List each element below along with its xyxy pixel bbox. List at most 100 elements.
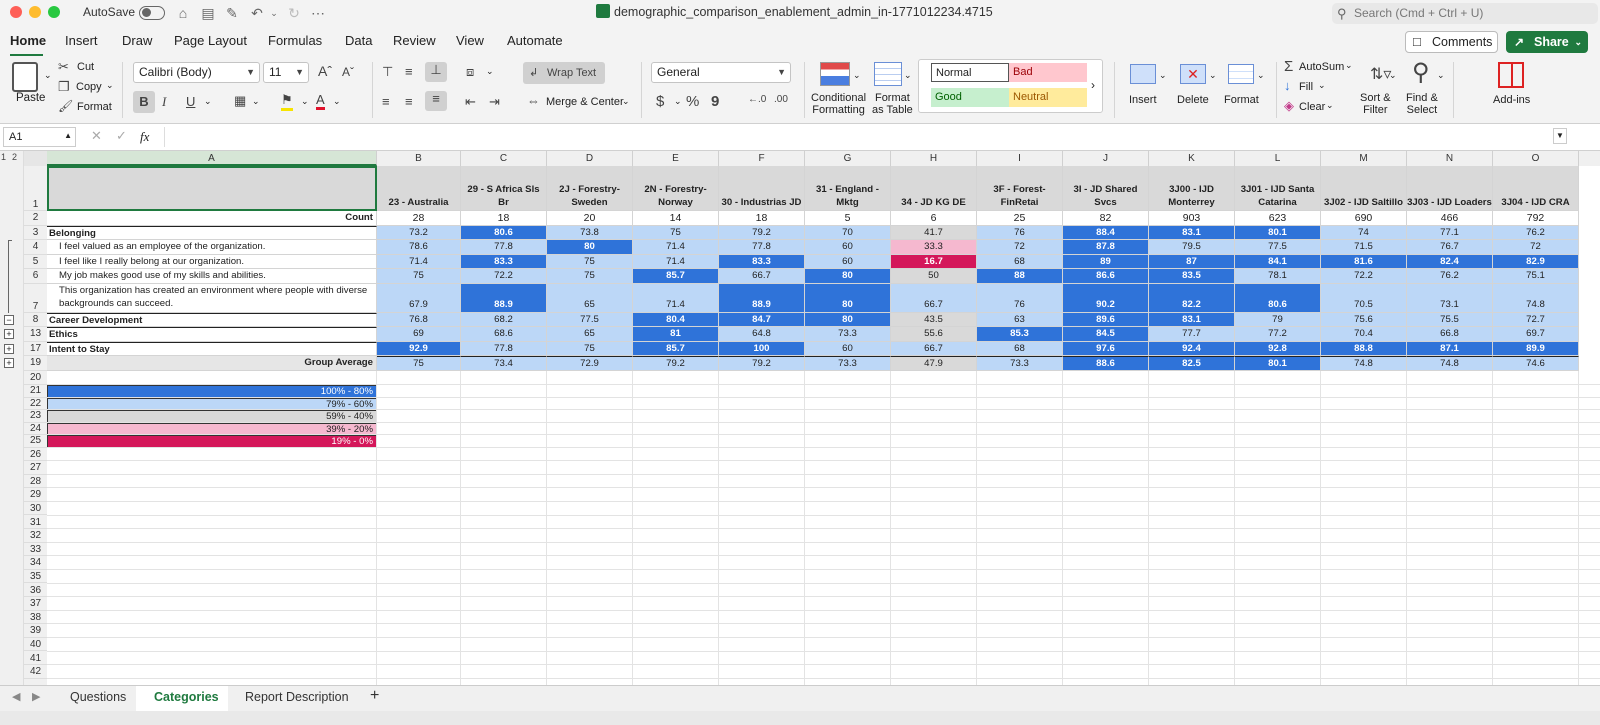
row-header-31[interactable]: 31: [24, 516, 47, 530]
data-cell[interactable]: 18: [719, 211, 805, 226]
legend-cell[interactable]: 59% - 40%: [47, 410, 377, 423]
data-cell[interactable]: 72.2: [461, 269, 547, 284]
confirm-formula-icon[interactable]: ✓: [116, 128, 127, 144]
insert-button[interactable]: Insert: [1129, 94, 1157, 106]
column-title-e[interactable]: 2N - Forestry-Norway: [633, 166, 719, 211]
outline-level-2-button[interactable]: 2: [12, 152, 17, 162]
data-cell[interactable]: 623: [1235, 211, 1321, 226]
format-painter-button[interactable]: Format: [77, 101, 112, 113]
column-header-i[interactable]: I: [977, 151, 1063, 166]
legend-cell[interactable]: 79% - 60%: [47, 397, 377, 410]
data-cell[interactable]: 74.8: [1493, 283, 1579, 313]
add-ins-icon[interactable]: [1498, 62, 1524, 88]
data-cell[interactable]: 88.6: [1063, 356, 1149, 371]
data-cell[interactable]: 75.6: [1321, 312, 1407, 327]
row-header-21[interactable]: 21: [24, 385, 47, 398]
row-header-42[interactable]: 42: [24, 665, 47, 679]
data-cell[interactable]: 77.5: [547, 312, 633, 327]
row-label[interactable]: This organization has created an environ…: [47, 283, 377, 313]
insert-cells-icon[interactable]: [1130, 64, 1156, 84]
decrease-font-icon[interactable]: Aˇ: [342, 65, 354, 79]
find-select-button[interactable]: Find & Select: [1406, 92, 1438, 116]
data-cell[interactable]: 100: [719, 341, 805, 356]
data-cell[interactable]: 81: [633, 327, 719, 342]
data-cell[interactable]: 97.6: [1063, 341, 1149, 356]
column-title-g[interactable]: 31 - England - Mktg: [805, 166, 891, 211]
data-cell[interactable]: 92.4: [1149, 341, 1235, 356]
formula-input[interactable]: [164, 127, 1550, 147]
clear-chevron-icon[interactable]: ⌄: [1326, 100, 1334, 111]
row-header-40[interactable]: 40: [24, 638, 47, 652]
style-neutral[interactable]: Neutral: [1009, 88, 1087, 107]
clear-icon[interactable]: ◈: [1284, 98, 1294, 114]
share-button[interactable]: ↗ Share ⌄: [1506, 31, 1588, 53]
data-cell[interactable]: 84.7: [719, 312, 805, 327]
row-header-32[interactable]: 32: [24, 529, 47, 543]
row-header-35[interactable]: 35: [24, 570, 47, 584]
data-cell[interactable]: 83.3: [461, 254, 547, 269]
data-cell[interactable]: 90.2: [1063, 283, 1149, 313]
column-title-k[interactable]: 3J00 - IJD Monterrey: [1149, 166, 1235, 211]
data-cell[interactable]: 75.5: [1407, 312, 1493, 327]
column-header-l[interactable]: L: [1235, 151, 1321, 166]
data-cell[interactable]: 65: [547, 327, 633, 342]
row-header-17[interactable]: 17: [24, 342, 47, 356]
tab-home[interactable]: Home: [10, 33, 46, 48]
data-cell[interactable]: 88.9: [461, 283, 547, 313]
column-title-o[interactable]: 3J04 - IJD CRA: [1493, 166, 1579, 211]
format-chevron-icon[interactable]: ⌄: [1257, 70, 1265, 81]
data-cell[interactable]: 72: [1493, 240, 1579, 255]
data-cell[interactable]: 67.9: [377, 283, 461, 313]
increase-decimal-icon[interactable]: ←.0: [748, 94, 766, 105]
data-cell[interactable]: 84.1: [1235, 254, 1321, 269]
data-cell[interactable]: 77.7: [1149, 327, 1235, 342]
data-cell[interactable]: 80: [805, 312, 891, 327]
name-box-stepper-icon[interactable]: ▲: [64, 127, 72, 145]
find-chevron-icon[interactable]: ⌄: [1437, 70, 1445, 81]
data-cell[interactable]: 73.3: [805, 327, 891, 342]
column-header-a[interactable]: A: [47, 151, 377, 166]
borders-chevron-icon[interactable]: ⌄: [252, 96, 260, 107]
row-header-27[interactable]: 27: [24, 461, 47, 475]
data-cell[interactable]: 76: [977, 225, 1063, 240]
data-cell[interactable]: 66.7: [891, 341, 977, 356]
increase-font-icon[interactable]: Aˆ: [318, 63, 332, 79]
save-icon[interactable]: ▤: [200, 5, 216, 21]
data-cell[interactable]: 76: [977, 283, 1063, 313]
data-cell[interactable]: 80.1: [1235, 356, 1321, 371]
percent-button[interactable]: %: [686, 93, 699, 110]
data-cell[interactable]: 14: [633, 211, 719, 226]
fill-color-icon[interactable]: ⚑: [281, 92, 293, 111]
tab-page-layout[interactable]: Page Layout: [174, 33, 247, 48]
data-cell[interactable]: 69.7: [1493, 327, 1579, 342]
data-cell[interactable]: 73.1: [1407, 283, 1493, 313]
outline-plus-19-icon[interactable]: +: [4, 358, 14, 368]
name-box[interactable]: A1 ▲: [3, 127, 76, 147]
data-cell[interactable]: 68.2: [461, 312, 547, 327]
comments-button[interactable]: □ Comments: [1405, 31, 1498, 53]
tab-formulas[interactable]: Formulas: [268, 33, 322, 48]
align-left-icon[interactable]: ≡: [382, 94, 390, 109]
data-cell[interactable]: 82.9: [1493, 254, 1579, 269]
data-cell[interactable]: 64.8: [719, 327, 805, 342]
data-cell[interactable]: 77.1: [1407, 225, 1493, 240]
format-button[interactable]: Format: [1224, 94, 1259, 106]
home-icon[interactable]: ⌂: [175, 5, 191, 21]
autosave-toggle[interactable]: [139, 6, 165, 20]
column-title-j[interactable]: 3I - JD Shared Svcs: [1063, 166, 1149, 211]
data-cell[interactable]: 82.5: [1149, 356, 1235, 371]
align-center-icon[interactable]: ≡: [405, 94, 413, 109]
data-cell[interactable]: 80: [547, 240, 633, 255]
clear-button[interactable]: Clear: [1299, 101, 1325, 113]
data-cell[interactable]: 77.5: [1235, 240, 1321, 255]
row-header-38[interactable]: 38: [24, 611, 47, 625]
data-cell[interactable]: 82.4: [1407, 254, 1493, 269]
data-cell[interactable]: 55.6: [891, 327, 977, 342]
wrap-text-button[interactable]: ↲ Wrap Text: [523, 62, 605, 84]
data-cell[interactable]: 88: [977, 269, 1063, 284]
data-cell[interactable]: 83.3: [719, 254, 805, 269]
row-header-39[interactable]: 39: [24, 624, 47, 638]
data-cell[interactable]: 92.9: [377, 341, 461, 356]
paste-icon[interactable]: [12, 62, 38, 92]
data-cell[interactable]: 78.6: [377, 240, 461, 255]
